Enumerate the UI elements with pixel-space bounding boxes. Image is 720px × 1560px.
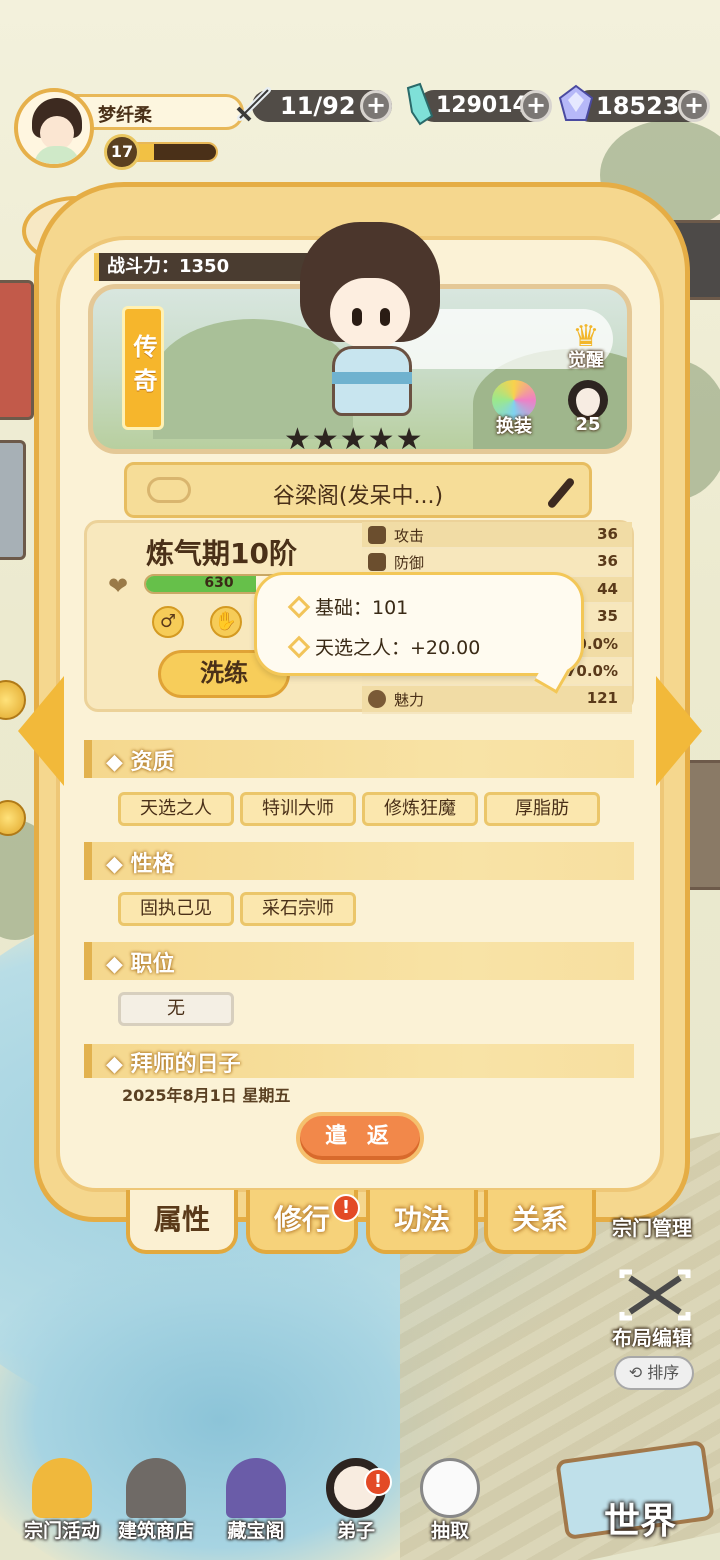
nav-building-shop[interactable]: 建筑商店 (106, 1456, 206, 1552)
rarity-badge: 传奇 (122, 306, 164, 430)
apprentice-date: 2025年8月1日 星期五 (122, 1086, 291, 1105)
layout-edit-label: 布局编辑 (612, 1326, 692, 1350)
cultivation-realm: 炼气期10阶 (146, 537, 297, 570)
tooltip-bonus-row: 天选之人：+20.00 (287, 633, 481, 660)
attribute-tooltip: 基础：101 天选之人：+20.00 (254, 572, 584, 694)
nav-sect-activity[interactable]: 宗门活动 (12, 1456, 112, 1552)
attribute-value: 36 (597, 525, 618, 543)
character-sprite[interactable] (292, 222, 452, 422)
personality-tag[interactable]: 采石宗师 (240, 892, 356, 926)
aptitude-tag[interactable]: 特训大师 (240, 792, 356, 826)
gem-value: 18523 (596, 92, 680, 120)
tab-techniques[interactable]: 功法 (366, 1190, 478, 1254)
player-level-badge: 17 (104, 134, 140, 170)
gem-add-button[interactable]: + (678, 90, 710, 122)
treasure-pavilion-icon (226, 1458, 286, 1518)
sect-status-text: 谷梁阁(发呆中...) (272, 484, 444, 509)
fist-icon (368, 526, 386, 544)
layout-edit-icon[interactable] (618, 1268, 692, 1322)
heart-icon (368, 690, 386, 709)
nav-treasure-pavilion[interactable]: 藏宝阁 (206, 1456, 306, 1552)
gem-resource: 18523 + (554, 84, 714, 124)
player-avatar[interactable] (14, 88, 94, 168)
aptitude-tag[interactable]: 天选之人 (118, 792, 234, 826)
jade-add-button[interactable]: + (520, 90, 552, 122)
stamina-resource: 11/92 + (232, 87, 396, 124)
hand-skill-icon[interactable]: ✋ (210, 606, 242, 638)
attribute-value: 121 (586, 689, 618, 708)
building-icon (126, 1458, 186, 1518)
attribute-name: 防御 (394, 554, 425, 573)
health-heart-icon: ❤ (108, 572, 129, 600)
nav-disciples[interactable]: 弟子 ! (306, 1456, 406, 1552)
attribute-name: 攻击 (394, 527, 425, 545)
previous-disciple-arrow[interactable] (14, 676, 66, 786)
next-disciple-arrow[interactable] (652, 676, 704, 786)
stamina-add-button[interactable]: + (360, 90, 392, 122)
sect-status-bar[interactable]: 谷梁阁(发呆中...) (124, 462, 592, 518)
player-name: 梦纤柔 (98, 105, 152, 126)
detail-tabs: 属性 修行 ! 功法 关系 (126, 1190, 606, 1254)
attribute-value: 35 (597, 607, 618, 626)
world-map-button[interactable]: 世界 (555, 1410, 720, 1550)
aptitude-tag[interactable]: 厚脂肪 (484, 792, 600, 826)
nav-draw[interactable]: 抽取 (400, 1456, 500, 1552)
pagoda-icon (32, 1458, 92, 1518)
position-tag: 无 (118, 992, 234, 1026)
world-label: 世界 (604, 1501, 677, 1542)
bird-draw-icon (420, 1458, 480, 1518)
tooltip-base-text: 基础：101 (315, 597, 409, 619)
sort-label: 排序 (647, 1363, 680, 1382)
jade-resource: 129014 + (398, 82, 554, 126)
attribute-value: 36 (597, 552, 618, 571)
awaken-label: 觉醒 (568, 350, 604, 371)
tab-relations[interactable]: 关系 (484, 1190, 596, 1254)
diamond-gem-icon (558, 84, 594, 121)
male-gender-icon: ♂ (152, 606, 184, 638)
sword-icon (236, 87, 271, 122)
stamina-value: 11/92 (280, 92, 356, 120)
change-outfit-button[interactable]: 换装 (484, 380, 544, 438)
shield-icon (368, 553, 386, 572)
sect-manage-button[interactable]: 宗门管理 (612, 1212, 692, 1241)
position-header: ◆ 职位 (84, 942, 634, 980)
change-outfit-label: 换装 (496, 416, 532, 437)
attribute-row: 魅力 121 (362, 686, 632, 714)
companion-button[interactable]: 25 (558, 380, 618, 435)
aptitude-header: ◆ 资质 (84, 740, 634, 778)
attribute-row: 攻击 36 (362, 522, 632, 550)
awaken-button[interactable]: ♛ 觉醒 (554, 322, 618, 372)
diamond-bullet-icon (287, 595, 311, 619)
dismiss-disciple-button[interactable]: 遣 返 (296, 1112, 424, 1164)
player-profile[interactable]: 梦纤柔 17 (14, 88, 244, 170)
cultivation-alert-badge: ! (332, 1194, 360, 1222)
tooltip-base-row: 基础：101 (287, 593, 409, 620)
attribute-name: 魅力 (394, 691, 425, 710)
companion-count: 25 (575, 414, 601, 435)
tab-attributes[interactable]: 属性 (126, 1190, 238, 1254)
attribute-value: 44 (597, 579, 618, 598)
jade-value: 129014 (436, 93, 528, 118)
refresh-icon: ⟲ (628, 1363, 648, 1382)
aptitude-tag[interactable]: 修炼狂魔 (362, 792, 478, 826)
tooltip-bonus-text: 天选之人：+20.00 (315, 637, 481, 659)
sort-button[interactable]: ⟲ 排序 (614, 1356, 694, 1390)
disciple-alert-badge: ! (364, 1468, 392, 1496)
star-rating: ★★★★★ (284, 422, 424, 457)
personality-tag[interactable]: 固执己见 (118, 892, 234, 926)
personality-header: ◆ 性格 (84, 842, 634, 880)
diamond-bullet-icon (287, 635, 311, 659)
apprentice-date-header: ◆ 拜师的日子 (84, 1044, 634, 1078)
